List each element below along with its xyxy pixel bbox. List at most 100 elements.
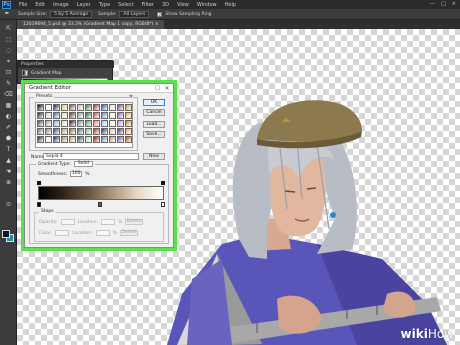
close-icon[interactable]: × — [163, 85, 171, 92]
preset-swatch[interactable] — [117, 128, 124, 135]
pen-tool-icon[interactable]: ✐ — [3, 123, 14, 132]
preset-swatch[interactable] — [37, 136, 44, 143]
maximize-icon[interactable]: □ — [441, 1, 446, 7]
color-stop-black[interactable] — [37, 202, 41, 207]
menu-file[interactable]: File — [19, 2, 27, 8]
color-location-input[interactable] — [95, 230, 110, 236]
move-tool-icon[interactable]: ⇱ — [3, 24, 14, 33]
preset-swatch[interactable] — [93, 128, 100, 135]
eraser-tool-icon[interactable]: ⌫ — [3, 90, 14, 99]
preset-swatch[interactable] — [61, 136, 68, 143]
preset-swatch[interactable] — [77, 112, 84, 119]
preset-swatch[interactable] — [69, 136, 76, 143]
save-button[interactable]: Save... — [143, 131, 165, 138]
preset-swatch[interactable] — [117, 112, 124, 119]
preset-swatch[interactable] — [53, 112, 60, 119]
document-tab[interactable]: 12019694_5.psd @ 33.3% (Gradient Map 1 c… — [17, 20, 165, 29]
menu-filter[interactable]: Filter — [142, 2, 154, 8]
preset-swatch[interactable] — [61, 128, 68, 135]
preset-swatch[interactable] — [77, 128, 84, 135]
color-delete-button[interactable]: Delete — [120, 230, 139, 236]
preset-swatch[interactable] — [61, 120, 68, 127]
show-ring-checkbox[interactable]: ✓ — [157, 11, 163, 17]
new-button[interactable]: New — [143, 153, 165, 160]
preset-swatch[interactable] — [45, 136, 52, 143]
menu-3d[interactable]: 3D — [162, 2, 169, 8]
preset-swatch[interactable] — [69, 128, 76, 135]
preset-swatch[interactable] — [85, 128, 92, 135]
gradient-type-select[interactable]: Solid — [73, 161, 93, 167]
menu-select[interactable]: Select — [118, 2, 133, 8]
load-button[interactable]: Load... — [143, 121, 165, 128]
hand-tool-icon[interactable]: ☚ — [3, 167, 14, 176]
zoom-tool-icon[interactable]: ⊕ — [3, 178, 14, 187]
preset-swatch[interactable] — [85, 104, 92, 111]
preset-swatch[interactable] — [125, 104, 132, 111]
preset-swatch[interactable] — [125, 136, 132, 143]
marquee-tool-icon[interactable]: ⬚ — [3, 35, 14, 44]
preset-swatch[interactable] — [117, 136, 124, 143]
color-stop-mid[interactable] — [98, 202, 102, 207]
shape-tool-icon[interactable]: ⬟ — [3, 134, 14, 143]
preset-swatch[interactable] — [53, 128, 60, 135]
preset-swatch[interactable] — [93, 136, 100, 143]
menu-help[interactable]: Help — [225, 2, 236, 8]
path-select-tool-icon[interactable]: ▲ — [3, 156, 14, 165]
preset-swatch[interactable] — [109, 128, 116, 135]
preset-swatch[interactable] — [125, 112, 132, 119]
preset-swatch[interactable] — [53, 136, 60, 143]
preset-swatch[interactable] — [101, 128, 108, 135]
opacity-location-input[interactable] — [101, 219, 116, 225]
preset-swatch[interactable] — [69, 120, 76, 127]
preset-swatch[interactable] — [101, 112, 108, 119]
gradient-bar[interactable] — [38, 186, 164, 200]
preset-swatch[interactable] — [77, 104, 84, 111]
preset-swatch[interactable] — [37, 120, 44, 127]
preset-swatch[interactable] — [93, 112, 100, 119]
ok-button[interactable]: OK — [143, 99, 165, 106]
preset-swatch[interactable] — [45, 112, 52, 119]
eyedropper-icon[interactable]: ✒ — [2, 10, 12, 18]
foreground-color-swatch[interactable] — [2, 230, 10, 238]
preset-swatch[interactable] — [101, 104, 108, 111]
menu-type[interactable]: Type — [99, 2, 110, 8]
preset-swatch[interactable] — [45, 128, 52, 135]
brush-tool-icon[interactable]: ✎ — [3, 79, 14, 88]
opacity-delete-button[interactable]: Delete — [125, 219, 144, 225]
preset-swatch[interactable] — [61, 112, 68, 119]
sample-size-select[interactable]: 5 by 5 Average — [50, 10, 93, 18]
menu-edit[interactable]: Edit — [35, 2, 45, 8]
preset-swatch[interactable] — [109, 112, 116, 119]
minimize-icon[interactable]: — — [430, 1, 435, 7]
color-stop-white[interactable] — [161, 202, 165, 207]
preset-swatch[interactable] — [77, 136, 84, 143]
preset-swatch[interactable] — [37, 104, 44, 111]
preset-swatch[interactable] — [101, 120, 108, 127]
lasso-tool-icon[interactable]: ◌ — [3, 46, 14, 55]
menu-layer[interactable]: Layer — [77, 2, 91, 8]
opacity-stop-right[interactable] — [161, 181, 165, 185]
quick-mask-icon[interactable]: ⊙ — [3, 200, 14, 209]
preset-swatch[interactable] — [109, 136, 116, 143]
menu-view[interactable]: View — [177, 2, 189, 8]
preset-swatch[interactable] — [125, 128, 132, 135]
gear-icon[interactable]: ✲ — [128, 94, 133, 100]
maximize-icon[interactable]: □ — [154, 85, 161, 92]
preset-swatch[interactable] — [53, 120, 60, 127]
preset-swatch[interactable] — [117, 104, 124, 111]
gradient-tool-icon[interactable]: ▦ — [3, 101, 14, 110]
dodge-tool-icon[interactable]: ◐ — [3, 112, 14, 121]
smoothness-input[interactable]: 100 — [70, 171, 83, 177]
opacity-stop-left[interactable] — [37, 181, 41, 185]
preset-swatch[interactable] — [109, 104, 116, 111]
close-icon[interactable]: × — [452, 1, 456, 7]
preset-swatch[interactable] — [69, 112, 76, 119]
preset-swatch[interactable] — [85, 136, 92, 143]
preset-swatch[interactable] — [117, 120, 124, 127]
preset-swatch[interactable] — [61, 104, 68, 111]
sample-select[interactable]: All Layers — [119, 10, 150, 18]
name-field[interactable]: Sepia 4 — [43, 153, 139, 160]
cancel-button[interactable]: Cancel — [143, 109, 165, 116]
preset-swatch[interactable] — [101, 136, 108, 143]
preset-swatch[interactable] — [37, 128, 44, 135]
